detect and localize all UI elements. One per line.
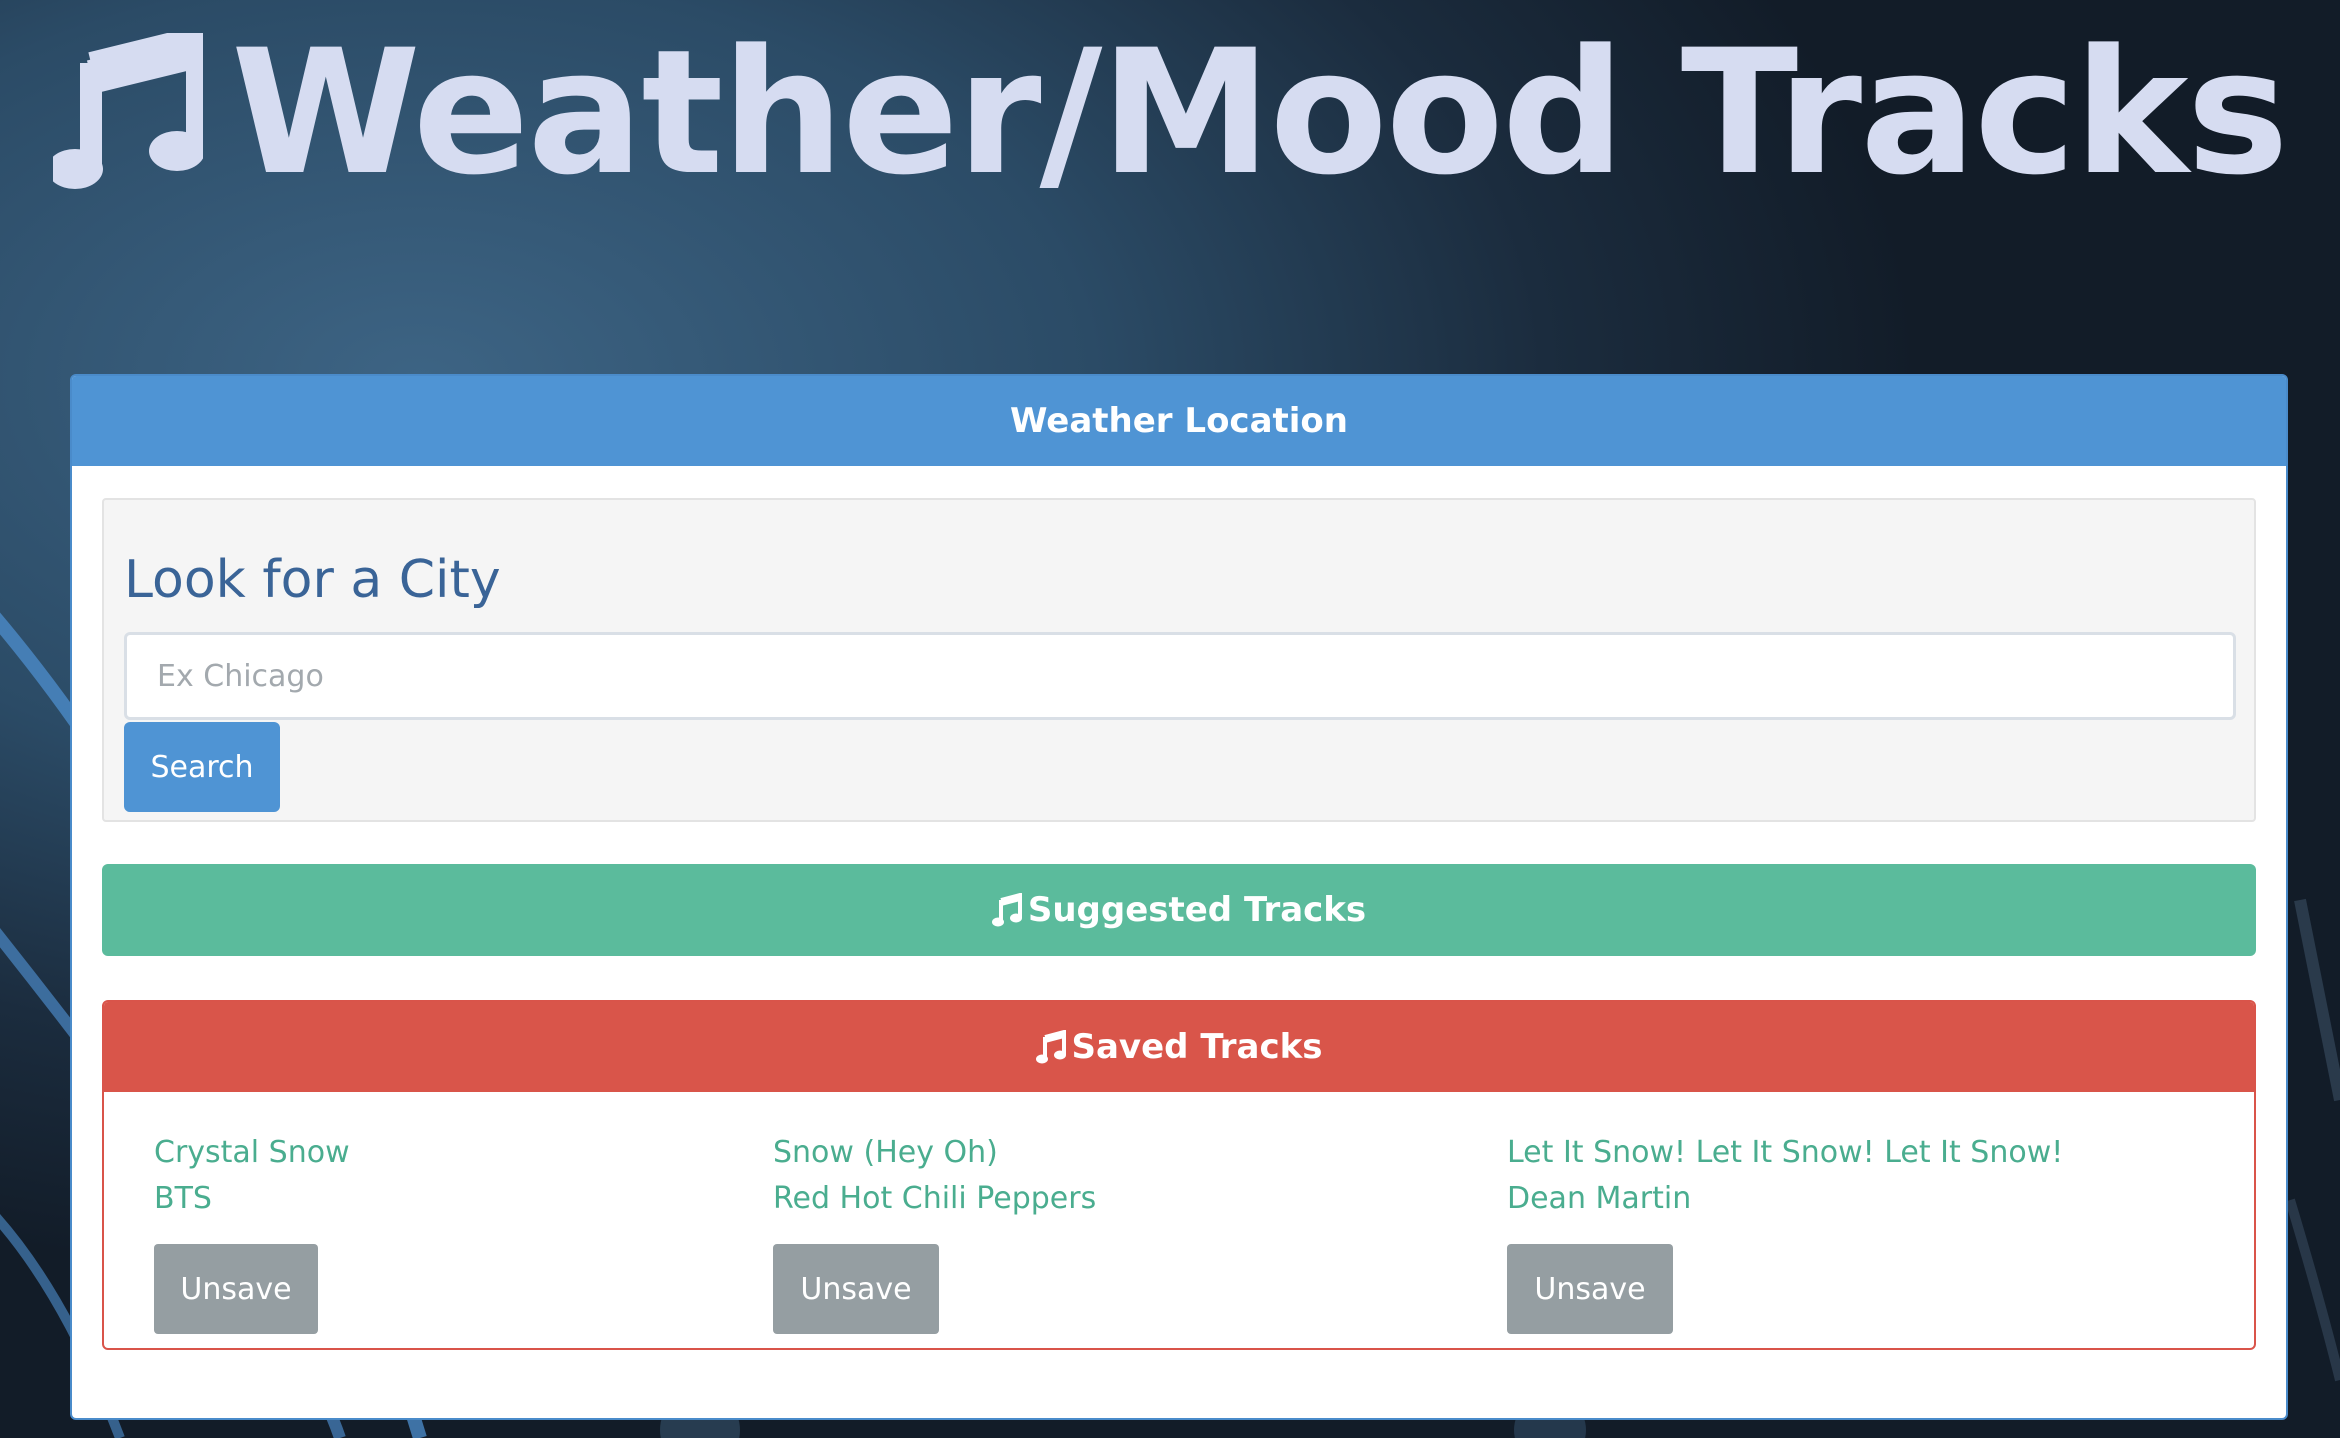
saved-track-item: Let It Snow! Let It Snow! Let It Snow! D…	[1507, 1130, 2063, 1334]
saved-tracks-header: Saved Tracks	[104, 1002, 2254, 1092]
weather-location-card: Weather Location Look for a City Search …	[70, 374, 2288, 1420]
suggested-tracks-panel[interactable]: Suggested Tracks	[102, 864, 2256, 956]
saved-tracks-panel: Saved Tracks Crystal Snow BTS Unsave Sno…	[102, 1000, 2256, 1350]
search-heading: Look for a City	[124, 550, 501, 610]
track-artist-link[interactable]: BTS	[154, 1176, 350, 1222]
unsave-button[interactable]: Unsave	[154, 1244, 318, 1334]
track-artist-link[interactable]: Red Hot Chili Peppers	[773, 1176, 1096, 1222]
city-search-input[interactable]	[124, 632, 2236, 720]
saved-track-item: Crystal Snow BTS Unsave	[154, 1130, 350, 1334]
unsave-button[interactable]: Unsave	[773, 1244, 939, 1334]
track-title-link[interactable]: Snow (Hey Oh)	[773, 1130, 1096, 1176]
city-search-well: Look for a City Search	[102, 498, 2256, 822]
music-note-icon	[1035, 1030, 1066, 1064]
saved-track-item: Snow (Hey Oh) Red Hot Chili Peppers Unsa…	[773, 1130, 1096, 1334]
track-artist-link[interactable]: Dean Martin	[1507, 1176, 2063, 1222]
suggested-tracks-label: Suggested Tracks	[1027, 890, 1367, 930]
music-note-icon	[991, 893, 1022, 927]
track-title-link[interactable]: Let It Snow! Let It Snow! Let It Snow!	[1507, 1130, 2063, 1176]
weather-location-header: Weather Location	[72, 376, 2286, 466]
unsave-button[interactable]: Unsave	[1507, 1244, 1673, 1334]
page-title-text: Weather/Mood Tracks	[231, 12, 2289, 213]
music-note-icon	[53, 33, 204, 189]
track-title-link[interactable]: Crystal Snow	[154, 1130, 350, 1176]
search-button[interactable]: Search	[124, 722, 280, 812]
saved-tracks-label: Saved Tracks	[1071, 1027, 1323, 1067]
page-title: Weather/Mood Tracks	[0, 12, 2340, 213]
